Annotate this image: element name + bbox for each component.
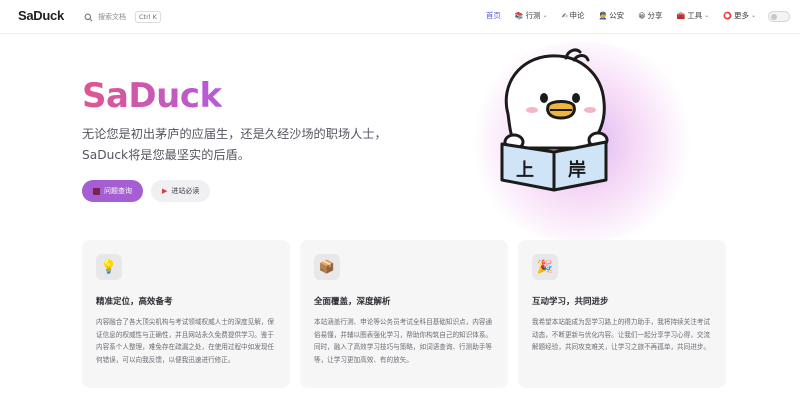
- nav-item-label: 首页: [485, 11, 501, 20]
- brand-logo[interactable]: SaDuck: [18, 8, 64, 23]
- theme-toggle[interactable]: [768, 11, 790, 22]
- feature-card-positioning: 💡 精准定位，高效备考 内容融合了各大顶尖机构与考试领域权威人士的深度见解，保证…: [82, 240, 290, 388]
- books-icon: 📚: [514, 11, 524, 20]
- flag-icon: ▶: [162, 187, 168, 195]
- search-placeholder: 搜索文档: [98, 13, 126, 21]
- circle-icon: ⭕: [723, 11, 732, 20]
- toolbox-icon: 🧰: [676, 11, 686, 20]
- nav-item-share[interactable]: 😀 分享: [638, 10, 662, 21]
- feature-card-interactive: 🎉 互动学习，共同进步 我希望本站能成为您学习路上的得力助手，我将持续关注考试动…: [518, 240, 726, 388]
- duck-mascot-illustration: 上 岸: [500, 48, 609, 192]
- nav-menu: 首页 📚 行测 ⌄ ✍ 申论 👮 公安 😀 分享 🧰 工具 ⌄ ⭕ 更多 ⌄: [486, 10, 756, 21]
- party-popper-icon: 🎉: [532, 254, 558, 280]
- chevron-down-icon: ⌄: [750, 12, 756, 19]
- feature-title: 互动学习，共同进步: [532, 297, 609, 307]
- hero-title: SaDuck: [82, 76, 222, 116]
- lightbulb-icon: 💡: [96, 254, 122, 280]
- book-icon: [93, 187, 100, 195]
- chevron-down-icon: ⌄: [542, 12, 548, 19]
- nav-item-shenlun[interactable]: ✍ 申论: [562, 10, 585, 21]
- feature-card-coverage: 📦 全面覆盖，深度解析 本站涵盖行测、申论等公务员考试全科目基础知识点，内容通俗…: [300, 240, 508, 388]
- writing-hand-icon: ✍: [561, 11, 568, 20]
- nav-item-label: 申论: [569, 11, 585, 20]
- book-text-right: 岸: [568, 159, 586, 181]
- feature-title: 全面覆盖，深度解析: [314, 297, 391, 307]
- chevron-down-icon: ⌄: [704, 12, 710, 19]
- search-shortcut: Ctrl K: [135, 11, 161, 23]
- button-label: 问题查询: [104, 187, 132, 195]
- nav-item-xingce[interactable]: 📚 行测 ⌄: [515, 10, 548, 21]
- top-navbar: SaDuck 搜索文档 Ctrl K 首页 📚 行测 ⌄ ✍ 申论 👮 公安 😀…: [0, 0, 800, 34]
- nav-item-label: 分享: [647, 11, 663, 20]
- nav-item-label: 更多: [733, 11, 749, 20]
- feature-description: 内容融合了各大顶尖机构与考试领域权威人士的深度见解，保证信息的权威性与正确性，并…: [96, 318, 275, 364]
- police-icon: 👮: [598, 11, 608, 20]
- feature-description: 本站涵盖行测、申论等公务员考试全科目基础知识点，内容通俗易懂，并辅以图表强化学习…: [314, 318, 493, 364]
- feature-description: 我希望本站能成为您学习路上的得力助手，我将持续关注考试动态，不断更新与优化内容。…: [532, 318, 711, 351]
- nav-item-gongan[interactable]: 👮 公安: [598, 10, 624, 21]
- question-search-button[interactable]: 问题查询: [82, 180, 143, 202]
- search-icon: [84, 13, 93, 21]
- book-text-left: 上: [516, 160, 534, 181]
- button-label: 进站必读: [171, 187, 200, 195]
- nav-item-label: 公安: [609, 11, 625, 20]
- hero-subtitle: 无论您是初出茅庐的应届生，还是久经沙场的职场人士，SaDuck将是您最坚实的后盾…: [82, 127, 387, 162]
- package-icon: 📦: [314, 254, 340, 280]
- hero-actions: 问题查询 ▶ 进站必读: [82, 180, 211, 202]
- must-read-button[interactable]: ▶ 进站必读: [151, 180, 211, 202]
- toggle-knob: [771, 14, 777, 20]
- nav-item-label: 行测: [525, 11, 541, 20]
- nav-item-tools[interactable]: 🧰 工具 ⌄: [677, 10, 710, 21]
- nav-item-more[interactable]: ⭕ 更多 ⌄: [723, 10, 756, 21]
- search-box[interactable]: 搜索文档 Ctrl K: [84, 9, 161, 25]
- nav-item-label: 工具: [687, 11, 703, 20]
- nav-item-home[interactable]: 首页: [486, 10, 501, 21]
- feature-title: 精准定位，高效备考: [96, 297, 173, 307]
- smile-icon: 😀: [638, 11, 646, 20]
